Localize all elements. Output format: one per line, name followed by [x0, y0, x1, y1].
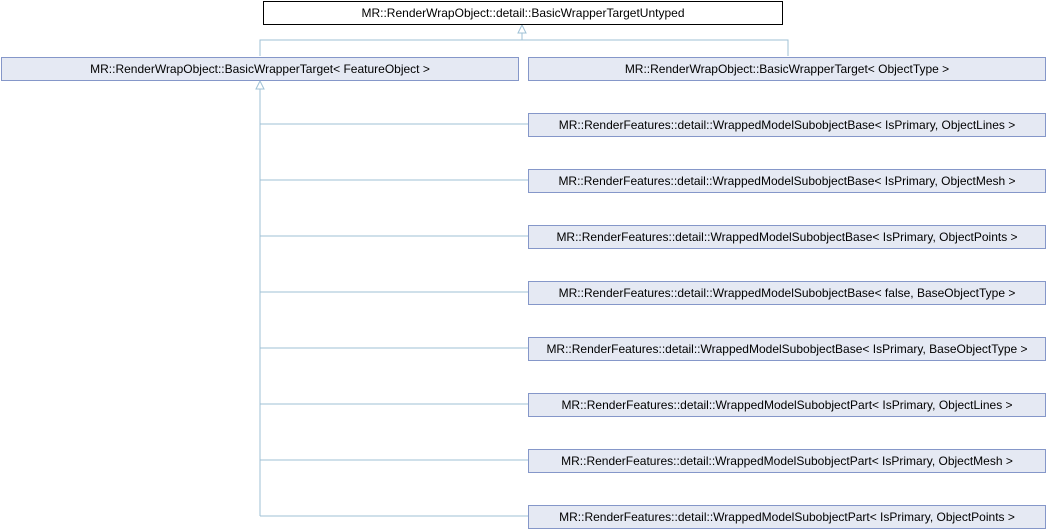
class-node-derived[interactable]: MR::RenderFeatures::detail::WrappedModel… [528, 505, 1046, 529]
class-node-derived[interactable]: MR::RenderFeatures::detail::WrappedModel… [528, 281, 1046, 305]
class-node-derived[interactable]: MR::RenderFeatures::detail::WrappedModel… [528, 449, 1046, 473]
class-node-root: MR::RenderWrapObject::detail::BasicWrapp… [263, 1, 783, 25]
edge-base0-to-root [259, 39, 789, 56]
class-node-base-feature-object[interactable]: MR::RenderWrapObject::BasicWrapperTarget… [1, 57, 519, 81]
class-node-derived[interactable]: MR::RenderFeatures::detail::WrappedModel… [528, 169, 1046, 193]
arrowhead-root [517, 23, 527, 34]
class-node-derived[interactable]: MR::RenderFeatures::detail::WrappedModel… [528, 225, 1046, 249]
arrowhead-base0 [255, 79, 265, 90]
class-node-derived[interactable]: MR::RenderFeatures::detail::WrappedModel… [528, 393, 1046, 417]
class-node-derived[interactable]: MR::RenderFeatures::detail::WrappedModel… [528, 337, 1046, 361]
class-node-base-object-type[interactable]: MR::RenderWrapObject::BasicWrapperTarget… [528, 57, 1046, 81]
class-node-derived[interactable]: MR::RenderFeatures::detail::WrappedModel… [528, 113, 1046, 137]
